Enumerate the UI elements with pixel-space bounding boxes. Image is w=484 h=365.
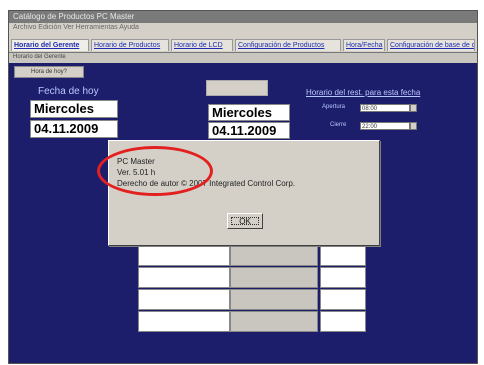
title-bar: Catálogo de Productos PC Master bbox=[9, 11, 477, 23]
apertura-input[interactable]: 08:00 bbox=[360, 104, 410, 112]
tab-horario-productos[interactable]: Horario de Productos bbox=[91, 39, 169, 51]
grid-cell[interactable] bbox=[320, 267, 366, 288]
sub-header: Horario del Gerente bbox=[9, 53, 477, 63]
tab-hora-fecha[interactable]: Hora/Fecha bbox=[343, 39, 385, 51]
grid-cell[interactable] bbox=[138, 289, 230, 310]
fecha-hoy-label: Fecha de hoy bbox=[38, 86, 99, 97]
grid-cell[interactable] bbox=[230, 311, 318, 332]
apertura-label: Apertura bbox=[322, 104, 346, 110]
grid-cell[interactable] bbox=[320, 311, 366, 332]
menu-bar[interactable]: Archivo Edición Ver Herramientas Ayuda bbox=[9, 23, 477, 35]
cierre-label: Cierre bbox=[330, 122, 347, 128]
grid-cell[interactable] bbox=[138, 311, 230, 332]
grid-cell[interactable] bbox=[138, 267, 230, 288]
tab-horario-lcd[interactable]: Horario de LCD bbox=[171, 39, 233, 51]
screenshot: Catálogo de Productos PC Master Archivo … bbox=[0, 0, 484, 365]
sub-header-label: Horario del Gerente bbox=[13, 54, 66, 60]
fecha-day-field: Miercoles bbox=[30, 100, 118, 118]
menu-items[interactable]: Archivo Edición Ver Herramientas Ayuda bbox=[13, 24, 139, 31]
cierre-spin-icon[interactable] bbox=[410, 122, 417, 130]
calendar-button[interactable] bbox=[206, 80, 268, 96]
horario-label: Horario del rest. para esta fecha bbox=[306, 88, 421, 97]
tab-horario-gerente[interactable]: Horario del Gerente bbox=[11, 39, 89, 51]
apertura-spin-icon[interactable] bbox=[410, 104, 417, 112]
tab-configuracion-productos[interactable]: Configuración de Productos bbox=[235, 39, 341, 51]
center-date-field[interactable]: 04.11.2009 bbox=[208, 122, 290, 139]
tab-strip: Horario del Gerente Horario de Productos… bbox=[9, 37, 477, 53]
grid-cell[interactable] bbox=[230, 245, 318, 266]
grid-cell[interactable] bbox=[320, 289, 366, 310]
center-day-field[interactable]: Miercoles bbox=[208, 104, 290, 121]
ok-button[interactable]: OK bbox=[227, 213, 263, 229]
fecha-date-field: 04.11.2009 bbox=[30, 120, 118, 138]
tab-configuracion-base-datos[interactable]: Configuración de base de datos bbox=[387, 39, 475, 51]
grid-cell[interactable] bbox=[320, 245, 366, 266]
hora-hoy-button[interactable]: Hora de hoy? bbox=[14, 66, 84, 78]
schedule-grid bbox=[128, 245, 418, 335]
grid-cell[interactable] bbox=[138, 245, 230, 266]
red-highlight-circle bbox=[97, 146, 213, 196]
window-title: Catálogo de Productos PC Master bbox=[13, 12, 135, 21]
cierre-input[interactable]: 22:00 bbox=[360, 122, 410, 130]
grid-cell[interactable] bbox=[230, 289, 318, 310]
grid-cell[interactable] bbox=[230, 267, 318, 288]
